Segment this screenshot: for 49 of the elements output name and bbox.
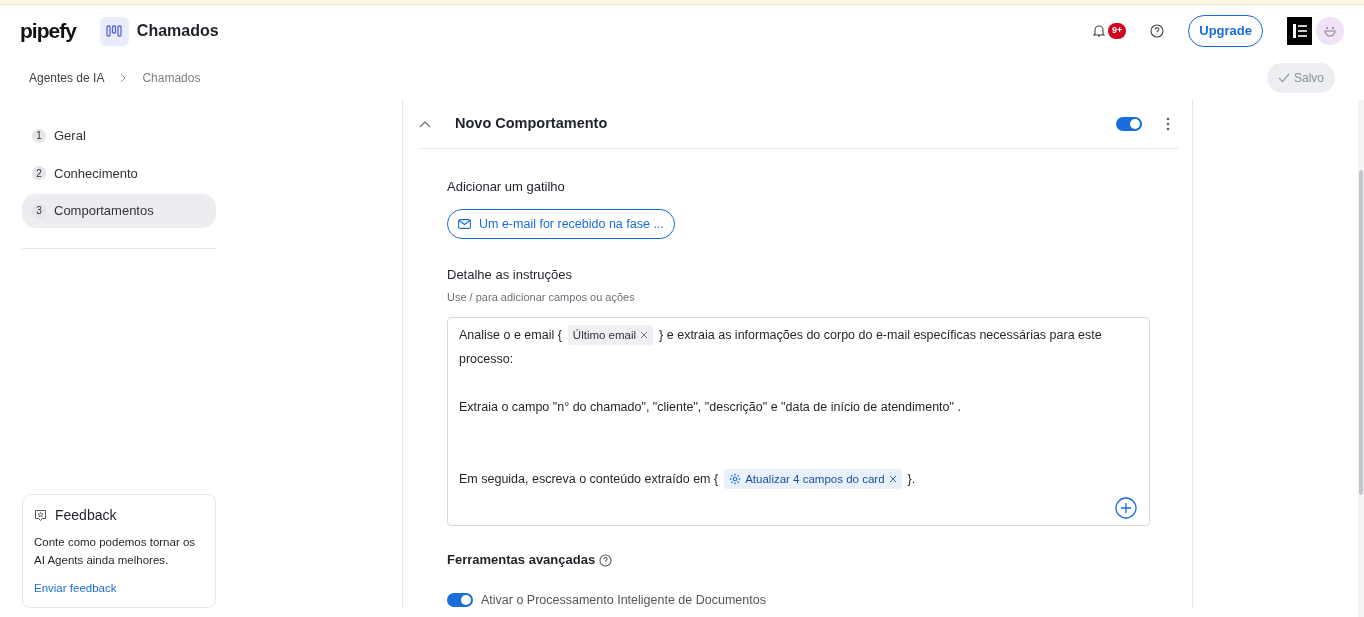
instruction-text: } e extraia as informações do corpo do e-mail específicas necessárias para este [659,327,1102,345]
more-options-icon[interactable] [1166,116,1170,131]
action-tag[interactable]: Atualizar 4 campos do card [724,469,902,490]
section-label: Detalhe as instruções [447,266,573,285]
mail-icon [458,218,471,229]
chevron-right-icon [120,73,127,83]
hint-text: Use / para adicionar campos ou ações [447,289,636,305]
organization-logo[interactable] [1287,17,1312,45]
instruction-text: Extraia o campo "n° do chamado", "cliente", "descrição" e "data de início de atendimento" . [459,399,961,417]
section-title: Ferramentas avançadas [447,551,596,570]
scrollbar-thumb[interactable] [1359,170,1363,495]
bell-icon[interactable] [1092,24,1106,38]
logo[interactable]: pipefy [20,15,76,47]
breadcrumb-current: Chamados [142,70,201,87]
instruction-text: Em seguida, escreva o conteúdo extraído em { [459,471,719,489]
gear-icon [729,473,742,486]
option-label: Ativar o Processamento Inteligente de Documentos [481,591,766,608]
field-tag[interactable]: Último email [567,325,654,346]
step-number: 3 [32,203,46,218]
chevron-up-icon[interactable] [419,119,431,128]
section-label: Adicionar um gatilho [447,178,566,196]
kanban-icon [99,16,129,46]
feedback-text: Conte como podemos tornar os AI Agents ainda melhores. [34,534,197,568]
instructions-editor[interactable] [447,317,1150,527]
check-icon [1277,73,1290,83]
help-icon[interactable] [1150,24,1165,38]
instruction-text: processo: [459,351,514,369]
help-icon[interactable] [599,553,613,567]
toggle-switch[interactable] [1116,116,1142,131]
nav-step[interactable]: 2 Conhecimento [22,156,216,190]
step-number: 2 [32,166,46,181]
instruction-text: }. [907,471,916,489]
trigger-button[interactable]: Um e-mail for recebido na fase ... [447,208,675,240]
remove-icon[interactable] [888,475,897,484]
add-icon[interactable] [1115,497,1137,520]
toggle-switch[interactable] [447,592,473,607]
step-number: 1 [32,128,46,143]
instruction-text: Analise o e email { [459,327,562,345]
upgrade-button[interactable]: Upgrade [1188,15,1263,47]
breadcrumb-link[interactable]: Agentes de IA [29,69,105,87]
feedback-icon [34,508,47,522]
page-title: Chamados [136,21,219,41]
notification-count: 9+ [1108,23,1127,39]
remove-icon[interactable] [640,331,649,340]
behavior-title: Novo Comportamento [455,113,608,133]
feedback-title: Feedback [55,505,117,525]
send-feedback-link[interactable]: Enviar feedback [34,581,117,594]
nav-step[interactable]: 3 Comportamentos [22,194,216,228]
nav-step[interactable]: 1 Geral [22,119,216,153]
